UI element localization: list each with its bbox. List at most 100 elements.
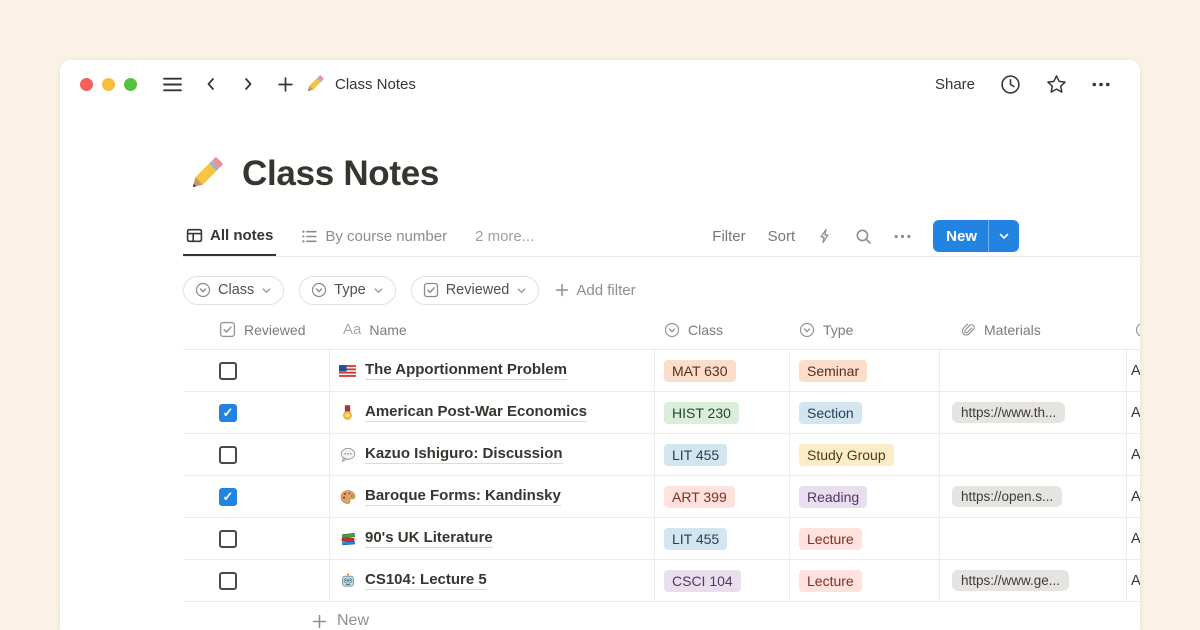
class-cell[interactable]: ART 399 <box>655 476 790 517</box>
new-button-chevron-down-icon[interactable] <box>988 220 1019 252</box>
type-cell[interactable]: Reading <box>790 476 940 517</box>
breadcrumb[interactable]: Class Notes <box>304 73 416 95</box>
filter-chip-class[interactable]: Class <box>183 276 284 305</box>
filter-chip-type[interactable]: Type <box>299 276 395 305</box>
page-name-link[interactable]: 90's UK Literature <box>365 529 493 548</box>
minimize-window-button[interactable] <box>102 78 115 91</box>
paperclip-icon <box>960 322 976 338</box>
filter-button[interactable]: Filter <box>712 228 745 245</box>
type-tag[interactable]: Seminar <box>799 360 867 382</box>
class-cell[interactable]: LIT 455 <box>655 518 790 559</box>
type-tag[interactable]: Lecture <box>799 570 862 592</box>
tab-more-views[interactable]: 2 more... <box>472 216 537 256</box>
page-name-link[interactable]: American Post-War Economics <box>365 403 587 422</box>
select-property-icon <box>311 282 327 298</box>
column-header-type[interactable]: Type <box>790 310 940 349</box>
reviewed-cell <box>183 518 330 559</box>
type-cell[interactable]: Seminar <box>790 350 940 391</box>
name-cell[interactable]: Baroque Forms: Kandinsky <box>330 476 655 517</box>
class-cell[interactable]: MAT 630 <box>655 350 790 391</box>
tab-by-course-number[interactable]: By course number <box>298 216 450 256</box>
table-row: CS104: Lecture 5 CSCI 104 Lecture https:… <box>183 560 1140 602</box>
page-name-link[interactable]: The Apportionment Problem <box>365 361 567 380</box>
name-cell[interactable]: The Apportionment Problem <box>330 350 655 391</box>
class-cell[interactable]: HIST 230 <box>655 392 790 433</box>
tab-all-notes[interactable]: All notes <box>183 216 276 256</box>
materials-cell[interactable] <box>940 434 1127 475</box>
reviewed-cell <box>183 560 330 601</box>
class-tag[interactable]: LIT 455 <box>664 444 727 466</box>
column-header-materials[interactable]: Materials <box>940 310 1127 349</box>
search-icon[interactable] <box>855 228 872 245</box>
favorite-star-icon[interactable] <box>1046 74 1067 95</box>
filter-chip-reviewed[interactable]: Reviewed <box>411 276 540 305</box>
forward-icon[interactable] <box>240 76 256 92</box>
page-name-link[interactable]: Baroque Forms: Kandinsky <box>365 487 561 506</box>
page-name-link[interactable]: CS104: Lecture 5 <box>365 571 487 590</box>
sort-button[interactable]: Sort <box>768 228 796 245</box>
column-label: Name <box>369 322 406 338</box>
type-cell[interactable]: Section <box>790 392 940 433</box>
materials-cell[interactable] <box>940 518 1127 559</box>
page-name-link[interactable]: Kazuo Ishiguro: Discussion <box>365 445 563 464</box>
materials-url-chip[interactable]: https://www.ge... <box>952 570 1069 591</box>
back-icon[interactable] <box>203 76 219 92</box>
class-tag[interactable]: MAT 630 <box>664 360 736 382</box>
materials-cell[interactable]: https://open.s... <box>940 476 1127 517</box>
filters-row: Class Type Reviewed <box>183 270 1140 310</box>
new-row-button[interactable]: New <box>311 612 1140 630</box>
name-cell[interactable]: American Post-War Economics <box>330 392 655 433</box>
class-cell[interactable]: LIT 455 <box>655 434 790 475</box>
class-tag[interactable]: HIST 230 <box>664 402 739 424</box>
new-page-icon[interactable] <box>277 76 294 93</box>
column-header-class[interactable]: Class <box>655 310 790 349</box>
class-tag[interactable]: LIT 455 <box>664 528 727 550</box>
column-header-reviewed[interactable]: Reviewed <box>183 310 330 349</box>
add-filter-button[interactable]: Add filter <box>554 282 635 299</box>
truncated-text: A <box>1131 447 1140 463</box>
reviewed-checkbox[interactable] <box>219 572 237 590</box>
truncated-text: A <box>1131 573 1140 589</box>
new-button-label[interactable]: New <box>933 220 988 252</box>
more-options-icon[interactable] <box>1092 82 1110 87</box>
class-tag[interactable]: ART 399 <box>664 486 735 508</box>
new-button[interactable]: New <box>933 220 1019 252</box>
share-button[interactable]: Share <box>935 76 975 93</box>
class-cell[interactable]: CSCI 104 <box>655 560 790 601</box>
name-cell[interactable]: Kazuo Ishiguro: Discussion <box>330 434 655 475</box>
materials-cell[interactable]: https://www.ge... <box>940 560 1127 601</box>
chevron-down-icon <box>373 285 384 296</box>
reviewed-checkbox[interactable] <box>219 488 237 506</box>
materials-url-chip[interactable]: https://www.th... <box>952 402 1065 423</box>
reviewed-checkbox[interactable] <box>219 362 237 380</box>
type-cell[interactable]: Study Group <box>790 434 940 475</box>
reviewed-checkbox[interactable] <box>219 446 237 464</box>
type-tag[interactable]: Lecture <box>799 528 862 550</box>
automations-bolt-icon[interactable] <box>817 228 833 244</box>
column-header-name[interactable]: Aa Name <box>330 310 655 349</box>
type-cell[interactable]: Lecture <box>790 518 940 559</box>
view-options-icon[interactable] <box>894 234 911 239</box>
titlebar: Class Notes Share <box>60 60 1140 108</box>
zoom-window-button[interactable] <box>124 78 137 91</box>
close-window-button[interactable] <box>80 78 93 91</box>
name-cell[interactable]: 90's UK Literature <box>330 518 655 559</box>
reviewed-cell <box>183 350 330 391</box>
type-tag[interactable]: Study Group <box>799 444 894 466</box>
type-cell[interactable]: Lecture <box>790 560 940 601</box>
column-header-truncated[interactable] <box>1127 310 1140 349</box>
reviewed-checkbox[interactable] <box>219 404 237 422</box>
history-clock-icon[interactable] <box>1000 74 1021 95</box>
materials-url-chip[interactable]: https://open.s... <box>952 486 1062 507</box>
reviewed-cell <box>183 392 330 433</box>
type-tag[interactable]: Reading <box>799 486 867 508</box>
materials-cell[interactable]: https://www.th... <box>940 392 1127 433</box>
sidebar-toggle-icon[interactable] <box>163 77 182 92</box>
table-row: Baroque Forms: Kandinsky ART 399 Reading… <box>183 476 1140 518</box>
reviewed-checkbox[interactable] <box>219 530 237 548</box>
reviewed-cell <box>183 476 330 517</box>
materials-cell[interactable] <box>940 350 1127 391</box>
name-cell[interactable]: CS104: Lecture 5 <box>330 560 655 601</box>
type-tag[interactable]: Section <box>799 402 862 424</box>
class-tag[interactable]: CSCI 104 <box>664 570 741 592</box>
